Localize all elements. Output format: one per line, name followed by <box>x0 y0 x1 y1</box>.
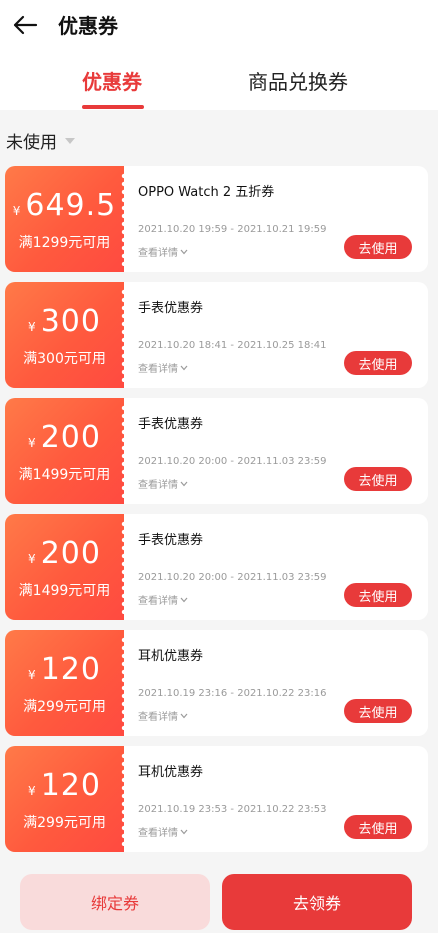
chevron-down-icon <box>180 596 188 604</box>
coupon-value-panel: ¥ 300 满300元可用 <box>5 282 124 388</box>
coupon-info-panel: 耳机优惠券 2021.10.19 23:53 - 2021.10.22 23:5… <box>124 746 428 852</box>
chevron-down-icon <box>180 248 188 256</box>
coupon-condition: 满300元可用 <box>23 351 106 367</box>
get-coupon-button[interactable]: 去领券 <box>222 874 412 930</box>
coupon-value-panel: ¥ 120 满299元可用 <box>5 746 124 852</box>
coupon-amount: 300 <box>40 304 101 339</box>
use-coupon-button[interactable]: 去使用 <box>344 351 412 375</box>
chevron-down-icon <box>180 828 188 836</box>
coupon-title: 手表优惠券 <box>138 417 204 432</box>
coupon-price: ¥ 200 <box>5 420 124 455</box>
coupon-info-panel: 手表优惠券 2021.10.20 20:00 - 2021.11.03 23:5… <box>124 514 428 620</box>
chevron-down-icon <box>180 364 188 372</box>
coupon-condition: 满299元可用 <box>23 699 106 715</box>
coupon-amount: 200 <box>40 536 101 571</box>
currency-symbol: ¥ <box>28 668 36 682</box>
view-details-link[interactable]: 查看详情 <box>138 824 188 839</box>
page-title: 优惠券 <box>58 14 118 38</box>
status-filter-label: 未使用 <box>6 132 57 153</box>
coupon-condition: 满1499元可用 <box>18 467 111 483</box>
coupon-title: OPPO Watch 2 五折券 <box>138 185 275 200</box>
caret-down-icon <box>65 138 75 144</box>
coupon-condition: 满1299元可用 <box>18 235 111 251</box>
currency-symbol: ¥ <box>28 552 36 566</box>
coupon-value-panel: ¥ 120 满299元可用 <box>5 630 124 736</box>
use-coupon-button[interactable]: 去使用 <box>344 467 412 491</box>
coupon-price: ¥ 649.5 <box>5 188 124 223</box>
coupon-validity-date: 2021.10.20 20:00 - 2021.11.03 23:59 <box>138 572 327 583</box>
coupon-validity-date: 2021.10.20 19:59 - 2021.10.21 19:59 <box>138 224 327 235</box>
coupon-info-panel: 手表优惠券 2021.10.20 20:00 - 2021.11.03 23:5… <box>124 398 428 504</box>
coupon-amount: 120 <box>40 652 101 687</box>
bottom-action-bar: 绑定券 去领券 <box>0 860 438 933</box>
coupon-validity-date: 2021.10.19 23:16 - 2021.10.22 23:16 <box>138 688 327 699</box>
coupon-title: 手表优惠券 <box>138 533 204 548</box>
currency-symbol: ¥ <box>28 436 36 450</box>
view-details-link[interactable]: 查看详情 <box>138 360 188 375</box>
coupon-amount: 649.5 <box>25 188 117 223</box>
coupon-validity-date: 2021.10.20 20:00 - 2021.11.03 23:59 <box>138 456 327 467</box>
coupon-title: 耳机优惠券 <box>138 765 204 780</box>
view-details-label: 查看详情 <box>138 596 178 607</box>
coupon-card[interactable]: ¥ 200 满1499元可用 手表优惠券 2021.10.20 20:00 - … <box>5 514 428 620</box>
coupon-condition: 满1499元可用 <box>18 583 111 599</box>
coupon-title: 耳机优惠券 <box>138 649 204 664</box>
view-details-link[interactable]: 查看详情 <box>138 244 188 259</box>
view-details-label: 查看详情 <box>138 828 178 839</box>
coupon-title: 手表优惠券 <box>138 301 204 316</box>
coupon-card[interactable]: ¥ 120 满299元可用 耳机优惠券 2021.10.19 23:16 - 2… <box>5 630 428 736</box>
coupon-price: ¥ 120 <box>5 768 124 803</box>
use-coupon-button[interactable]: 去使用 <box>344 583 412 607</box>
chevron-down-icon <box>180 712 188 720</box>
arrow-left-icon <box>13 15 38 35</box>
use-coupon-button[interactable]: 去使用 <box>344 699 412 723</box>
view-details-label: 查看详情 <box>138 248 178 259</box>
coupon-condition: 满299元可用 <box>23 815 106 831</box>
coupon-amount: 200 <box>40 420 101 455</box>
coupon-card[interactable]: ¥ 300 满300元可用 手表优惠券 2021.10.20 18:41 - 2… <box>5 282 428 388</box>
coupon-value-panel: ¥ 200 满1499元可用 <box>5 398 124 504</box>
coupon-info-panel: 手表优惠券 2021.10.20 18:41 - 2021.10.25 18:4… <box>124 282 428 388</box>
coupon-validity-date: 2021.10.20 18:41 - 2021.10.25 18:41 <box>138 340 327 351</box>
coupon-card[interactable]: ¥ 649.5 满1299元可用 OPPO Watch 2 五折券 2021.1… <box>5 166 428 272</box>
coupon-price: ¥ 120 <box>5 652 124 687</box>
currency-symbol: ¥ <box>28 320 36 334</box>
bind-coupon-button[interactable]: 绑定券 <box>20 874 210 930</box>
coupon-info-panel: 耳机优惠券 2021.10.19 23:16 - 2021.10.22 23:1… <box>124 630 428 736</box>
view-details-label: 查看详情 <box>138 364 178 375</box>
use-coupon-button[interactable]: 去使用 <box>344 815 412 839</box>
active-tab-indicator <box>82 105 144 109</box>
coupon-value-panel: ¥ 649.5 满1299元可用 <box>5 166 124 272</box>
coupon-card[interactable]: ¥ 200 满1499元可用 手表优惠券 2021.10.20 20:00 - … <box>5 398 428 504</box>
view-details-label: 查看详情 <box>138 712 178 723</box>
view-details-link[interactable]: 查看详情 <box>138 708 188 723</box>
coupon-validity-date: 2021.10.19 23:53 - 2021.10.22 23:53 <box>138 804 327 815</box>
coupon-card[interactable]: ¥ 120 满299元可用 耳机优惠券 2021.10.19 23:53 - 2… <box>5 746 428 852</box>
back-button[interactable] <box>10 10 40 40</box>
coupon-price: ¥ 200 <box>5 536 124 571</box>
coupon-amount: 120 <box>40 768 101 803</box>
use-coupon-button[interactable]: 去使用 <box>344 235 412 259</box>
top-bar: 优惠券 优惠券 商品兑换券 <box>0 0 438 110</box>
status-filter-dropdown[interactable]: 未使用 <box>6 126 75 154</box>
tab-exchange-coupons[interactable]: 商品兑换券 <box>248 68 348 96</box>
tab-coupons[interactable]: 优惠券 <box>82 68 142 96</box>
coupon-price: ¥ 300 <box>5 304 124 339</box>
coupon-value-panel: ¥ 200 满1499元可用 <box>5 514 124 620</box>
view-details-link[interactable]: 查看详情 <box>138 476 188 491</box>
currency-symbol: ¥ <box>12 204 21 218</box>
view-details-label: 查看详情 <box>138 480 178 491</box>
currency-symbol: ¥ <box>28 784 36 798</box>
coupon-info-panel: OPPO Watch 2 五折券 2021.10.20 19:59 - 2021… <box>124 166 428 272</box>
chevron-down-icon <box>180 480 188 488</box>
view-details-link[interactable]: 查看详情 <box>138 592 188 607</box>
